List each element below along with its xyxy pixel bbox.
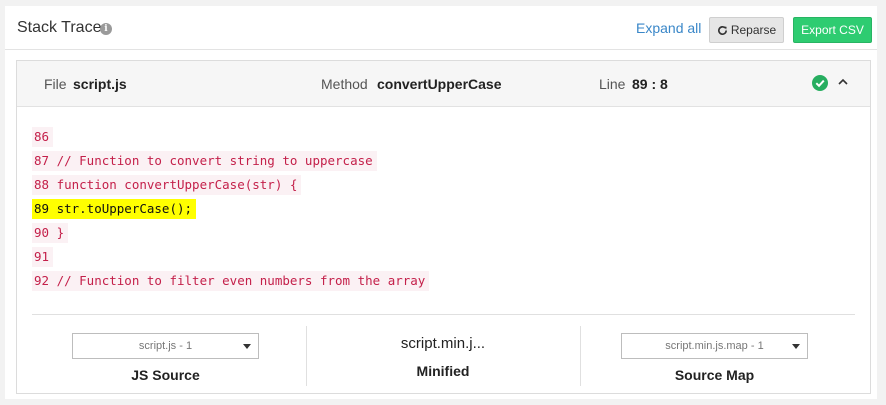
caret-down-icon xyxy=(243,344,251,349)
code-line: 92 // Function to filter even numbers fr… xyxy=(32,271,430,291)
method-value: convertUpperCase xyxy=(377,76,502,92)
reparse-button[interactable]: Reparse xyxy=(709,17,784,43)
column-divider xyxy=(306,326,307,386)
file-label: File xyxy=(44,76,67,92)
minified-label: Minified xyxy=(416,363,470,379)
minified-value: script.min.j... xyxy=(400,335,486,352)
js-source-label: JS Source xyxy=(131,367,200,383)
code-line-highlighted: 89 str.toUpperCase(); xyxy=(32,199,197,219)
stack-frame-header[interactable]: File script.js Method convertUpperCase L… xyxy=(17,61,870,107)
source-map-label: Source Map xyxy=(674,367,755,383)
file-value: script.js xyxy=(73,76,127,92)
js-source-select[interactable]: script.js - 1 xyxy=(72,333,259,359)
refresh-icon xyxy=(717,25,727,35)
divider xyxy=(32,314,855,315)
code-line: 88 function convertUpperCase(str) { xyxy=(32,175,302,195)
column-divider xyxy=(580,326,581,386)
export-csv-button[interactable]: Export CSV xyxy=(793,17,872,43)
check-circle-icon xyxy=(812,75,828,91)
js-source-select-value: script.js - 1 xyxy=(138,340,193,352)
source-map-select[interactable]: script.min.js.map - 1 xyxy=(621,333,808,359)
stack-trace-panel: Stack Trace i Expand all Reparse Export … xyxy=(5,6,877,399)
expand-all-link[interactable]: Expand all xyxy=(636,20,701,36)
code-line: 87 // Function to convert string to uppe… xyxy=(32,151,377,171)
stack-frame: File script.js Method convertUpperCase L… xyxy=(16,60,871,394)
caret-down-icon xyxy=(792,344,800,349)
reparse-label: Reparse xyxy=(730,23,777,37)
info-icon[interactable]: i xyxy=(100,23,112,35)
chevron-up-icon[interactable] xyxy=(836,75,850,89)
code-line: 90 } xyxy=(32,223,69,243)
code-line: 91 xyxy=(32,247,54,267)
line-value: 89 : 8 xyxy=(632,76,668,92)
source-map-select-value: script.min.js.map - 1 xyxy=(665,340,764,352)
code-line: 86 xyxy=(32,127,54,147)
panel-header: Stack Trace i Expand all Reparse Export … xyxy=(5,6,877,50)
page-title: Stack Trace xyxy=(17,19,102,36)
method-label: Method xyxy=(321,76,368,92)
line-label: Line xyxy=(599,76,626,92)
